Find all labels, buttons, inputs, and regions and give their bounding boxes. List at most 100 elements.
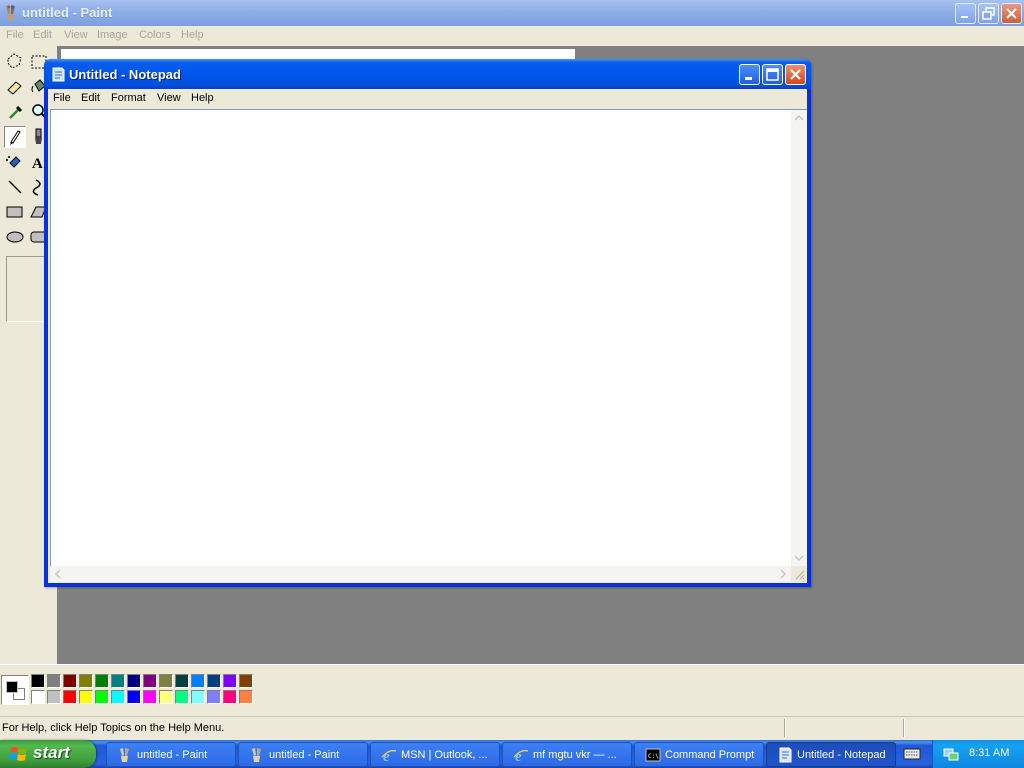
notepad-title: Untitled - Notepad [69,67,181,82]
notepad-menu-bar: File Edit Format View Help [48,89,807,109]
ellipse-icon [6,231,24,243]
notepad-menu-view[interactable]: View [157,92,181,104]
color-swatch[interactable] [207,674,221,688]
color-swatch[interactable] [191,690,205,704]
rectangle-tool[interactable] [4,201,26,223]
pencil-tool[interactable] [4,126,26,148]
chevron-right-icon [780,569,787,579]
color-swatch[interactable] [191,674,205,688]
start-button[interactable]: start [0,740,96,768]
network-icon[interactable] [943,746,959,762]
scroll-down-button[interactable] [791,550,807,566]
free-form-select-tool[interactable] [4,51,26,73]
close-icon [790,69,801,80]
color-swatch[interactable] [47,690,61,704]
notepad-minimize-button[interactable] [739,64,760,85]
paint-restore-button[interactable] [978,3,999,24]
color-swatch[interactable] [127,690,141,704]
status-divider [903,719,905,737]
color-swatch[interactable] [175,690,189,704]
color-swatch[interactable] [31,674,45,688]
color-swatch[interactable] [111,690,125,704]
paint-title-bar[interactable]: untitled - Paint [0,0,1024,26]
color-picker-tool[interactable] [4,101,26,123]
paint-menu-help[interactable]: Help [181,29,204,41]
color-swatch[interactable] [207,690,221,704]
color-swatch[interactable] [79,690,93,704]
color-swatch[interactable] [95,674,109,688]
restore-icon [982,7,995,20]
taskbar-button-paint-1[interactable]: untitled - Paint [106,742,236,767]
color-swatch[interactable] [127,674,141,688]
color-swatch[interactable] [31,690,45,704]
taskbar-button-notepad[interactable]: Untitled - Notepad [766,742,896,767]
chevron-left-icon [54,569,61,579]
color-swatch[interactable] [79,674,93,688]
paint-icon [120,748,129,762]
color-swatch[interactable] [175,674,189,688]
taskbar-label: untitled - Paint [137,749,208,761]
color-swatch[interactable] [143,674,157,688]
scroll-left-button[interactable] [50,566,66,582]
clock[interactable]: 8:31 AM [969,747,1009,759]
airbrush-icon [6,156,21,168]
chevron-down-icon [794,555,804,562]
taskbar-button-ie-vkr[interactable]: e mf mgtu vkr — ... [502,742,632,767]
taskbar-button-paint-2[interactable]: untitled - Paint [238,742,368,767]
color-swatch[interactable] [223,690,237,704]
notepad-icon [52,67,65,82]
paint-canvas[interactable] [61,49,575,59]
notepad-menu-help[interactable]: Help [191,92,214,104]
maximize-icon [766,68,779,81]
notepad-body [48,109,807,583]
command-prompt-icon: C:\ [645,748,661,762]
eraser-icon [7,81,22,95]
eraser-tool[interactable] [4,76,26,98]
notepad-menu-file[interactable]: File [53,92,71,104]
color-picker-icon [9,105,23,119]
paint-menu-file[interactable]: File [6,29,24,41]
line-tool[interactable] [4,176,26,198]
color-swatch[interactable] [111,674,125,688]
scroll-up-button[interactable] [791,110,807,126]
paint-close-button[interactable] [1001,3,1022,24]
taskbar-button-msn[interactable]: e MSN | Outlook, ... [370,742,500,767]
paint-icon [6,5,15,20]
current-colors-indicator[interactable] [1,675,29,705]
color-swatch[interactable] [223,674,237,688]
color-swatch[interactable] [63,690,77,704]
color-swatch[interactable] [95,690,109,704]
resize-grip[interactable] [791,566,807,582]
scroll-right-button[interactable] [775,566,791,582]
paint-minimize-button[interactable] [955,3,976,24]
paint-menu-colors[interactable]: Colors [139,29,171,41]
notepad-vertical-scrollbar[interactable] [791,109,807,566]
color-swatch[interactable] [143,690,157,704]
keyboard-icon[interactable] [902,745,922,763]
free-form-select-icon [7,53,22,69]
color-swatch[interactable] [159,674,173,688]
internet-explorer-icon: e [381,749,397,763]
color-swatch[interactable] [63,674,77,688]
notepad-maximize-button[interactable] [762,64,783,85]
color-palette [0,664,1024,712]
paint-menu-edit[interactable]: Edit [33,29,52,41]
notepad-menu-edit[interactable]: Edit [81,92,100,104]
ellipse-tool[interactable] [4,226,26,248]
color-swatch[interactable] [47,674,61,688]
color-swatch[interactable] [239,690,253,704]
notepad-horizontal-scrollbar[interactable] [50,566,791,582]
notepad-text-area[interactable] [50,109,791,566]
paint-menu-image[interactable]: Image [97,29,128,41]
taskbar-button-command-prompt[interactable]: C:\ Command Prompt [634,742,764,767]
paint-menu-view[interactable]: View [64,29,88,41]
svg-text:A: A [32,156,43,172]
color-swatch[interactable] [159,690,173,704]
color-swatch[interactable] [239,674,253,688]
notepad-title-bar[interactable]: Untitled - Notepad [44,59,811,89]
notepad-menu-format[interactable]: Format [111,92,146,104]
notepad-close-button[interactable] [785,64,806,85]
taskbar-label: Command Prompt [665,749,755,761]
notepad-window: Untitled - Notepad File Edit Format View… [44,59,811,587]
airbrush-tool[interactable] [4,151,26,173]
